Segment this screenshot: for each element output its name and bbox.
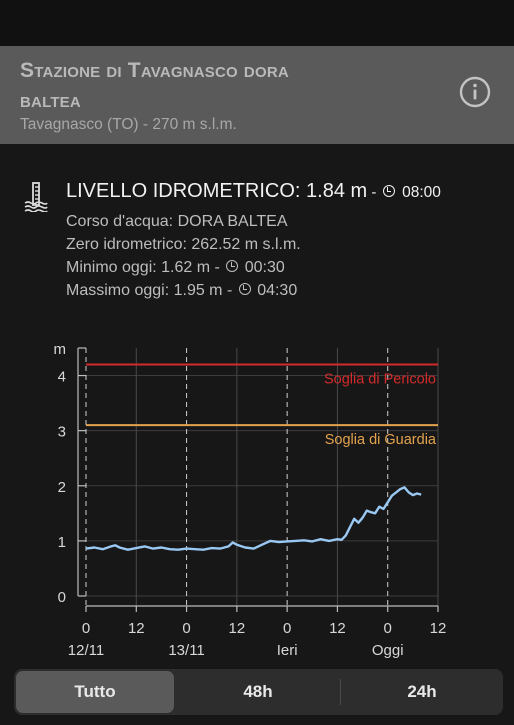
tab-all[interactable]: Tutto (16, 671, 174, 713)
threshold-label: Soglia di Guardia (325, 432, 437, 448)
tab-48h[interactable]: 48h (179, 671, 337, 713)
x-tick-label: 12 (229, 620, 246, 637)
clock-icon (238, 283, 251, 295)
min-today: Minimo oggi: 1.62 m - 00:30 (66, 259, 285, 276)
x-tick-label: 12 (329, 620, 346, 637)
river-name: Corso d'acqua: DORA BALTEA (66, 213, 288, 230)
y-tick-label: 2 (58, 479, 66, 496)
level-label: LIVELLO IDROMETRICO: 1.84 m (66, 180, 368, 202)
info-icon (459, 76, 491, 108)
zero-level: Zero idrometrico: 262.52 m s.l.m. (66, 236, 301, 253)
threshold-label: Soglia di Pericolo (324, 372, 436, 388)
y-axis-unit: m (54, 341, 67, 358)
status-strip (0, 0, 514, 46)
clock-icon (226, 260, 239, 272)
level-time: 08:00 (402, 184, 441, 201)
info-button[interactable] (458, 75, 492, 109)
water-level-chart: 01234m012/1112 013/1112 0Ieri12 0Oggi12Sogl… (54, 341, 447, 659)
x-tick-label: 12 (128, 620, 145, 637)
x-tick-label: 0 (82, 620, 90, 637)
tab-divider (340, 679, 341, 705)
x-tick-label: 0 (384, 620, 392, 637)
level-separator: - (367, 184, 381, 201)
level-title: LIVELLO IDROMETRICO: 1.84 m - 08:00 (66, 180, 441, 203)
y-tick-label: 0 (58, 589, 66, 606)
range-tabs: Tutto 48h 24h (14, 669, 503, 715)
x-tick-label: 12 (430, 620, 447, 637)
water-gauge-icon (24, 182, 48, 213)
y-tick-label: 4 (58, 369, 66, 386)
x-tick-label: 0 (283, 620, 291, 637)
station-details: Corso d'acqua: DORA BALTEA Zero idrometr… (66, 210, 301, 302)
x-day-label: Oggi (372, 642, 404, 659)
x-day-label: Ieri (277, 642, 298, 659)
x-day-label: 13/11 (168, 642, 204, 659)
station-title-line1: Stazione di Tavagnasco dora (20, 59, 289, 82)
x-day-label: 12/11 (68, 642, 104, 659)
x-tick-label: 0 (182, 620, 190, 637)
station-title-line2: baltea (20, 89, 81, 112)
tab-24h[interactable]: 24h (343, 671, 501, 713)
y-tick-label: 1 (58, 534, 66, 551)
max-today: Massimo oggi: 1.95 m - 04:30 (66, 282, 298, 299)
y-tick-label: 3 (58, 424, 66, 441)
station-subtitle: Tavagnasco (TO) - 270 m s.l.m. (20, 116, 237, 133)
clock-icon (382, 185, 395, 197)
station-title: Stazione di Tavagnasco dora baltea (20, 56, 430, 116)
